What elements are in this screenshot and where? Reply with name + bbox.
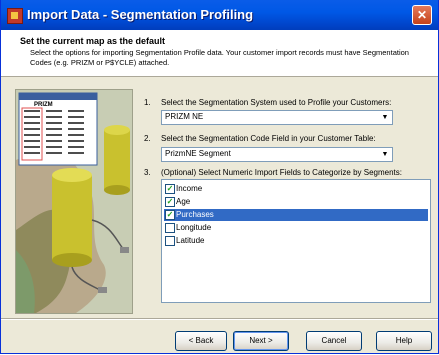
age-checkbox[interactable]: ✓ <box>165 197 175 207</box>
list-item-longitude[interactable]: Longitude <box>164 222 428 234</box>
step-1-text: Select the Segmentation System used to P… <box>161 98 392 107</box>
window-title: Import Data - Segmentation Profiling <box>27 7 254 22</box>
step-3-text: (Optional) Select Numeric Import Fields … <box>161 168 402 177</box>
map-database-graphic: PRIZM <box>16 92 130 313</box>
list-item-label: Income <box>176 184 203 193</box>
list-item-label: Purchases <box>176 210 214 219</box>
title-bar[interactable]: Import Data - Segmentation Profiling ✕ <box>1 0 438 30</box>
header-description: Select the options for importing Segment… <box>30 48 409 67</box>
list-item-purchases[interactable]: ✓ Purchases <box>164 209 428 221</box>
latitude-checkbox[interactable] <box>165 236 175 246</box>
segmentation-system-value: PRIZM NE <box>165 112 204 121</box>
code-field-value: PrizmNE Segment <box>165 149 231 158</box>
import-dialog: Import Data - Segmentation Profiling ✕ S… <box>0 0 439 354</box>
segmentation-illustration: PRIZM <box>15 89 133 314</box>
close-icon: ✕ <box>416 8 428 22</box>
step-1-number: 1. <box>144 98 151 107</box>
header-title: Set the current map as the default <box>20 36 166 46</box>
chevron-down-icon[interactable]: ▼ <box>379 149 391 160</box>
prizm-label: PRIZM <box>34 102 53 108</box>
step-3-number: 3. <box>144 168 151 177</box>
app-icon <box>7 8 23 24</box>
back-button[interactable]: < Back <box>175 331 227 351</box>
cancel-button[interactable]: Cancel <box>306 331 362 351</box>
footer-divider <box>1 318 438 320</box>
longitude-checkbox[interactable] <box>165 223 175 233</box>
next-button[interactable]: Next > <box>233 331 289 351</box>
chevron-down-icon[interactable]: ▼ <box>379 112 391 123</box>
list-item-age[interactable]: ✓ Age <box>164 196 428 208</box>
list-item-latitude[interactable]: Latitude <box>164 235 428 247</box>
wizard-header: Set the current map as the default Selec… <box>1 30 438 77</box>
step-2-number: 2. <box>144 134 151 143</box>
list-item-label: Longitude <box>176 223 212 232</box>
help-button[interactable]: Help <box>376 331 432 351</box>
income-checkbox[interactable]: ✓ <box>165 184 175 194</box>
list-item-income[interactable]: ✓ Income <box>164 183 428 195</box>
code-field-select[interactable]: PrizmNE Segment ▼ <box>161 147 393 162</box>
segmentation-system-select[interactable]: PRIZM NE ▼ <box>161 110 393 125</box>
step-2-text: Select the Segmentation Code Field in yo… <box>161 134 376 143</box>
list-item-label: Age <box>176 197 191 206</box>
numeric-fields-list[interactable]: ✓ Income ✓ Age ✓ Purchases Longitude Lat… <box>161 179 431 303</box>
purchases-checkbox[interactable]: ✓ <box>165 210 175 220</box>
close-button[interactable]: ✕ <box>412 5 432 25</box>
list-item-label: Latitude <box>176 236 205 245</box>
